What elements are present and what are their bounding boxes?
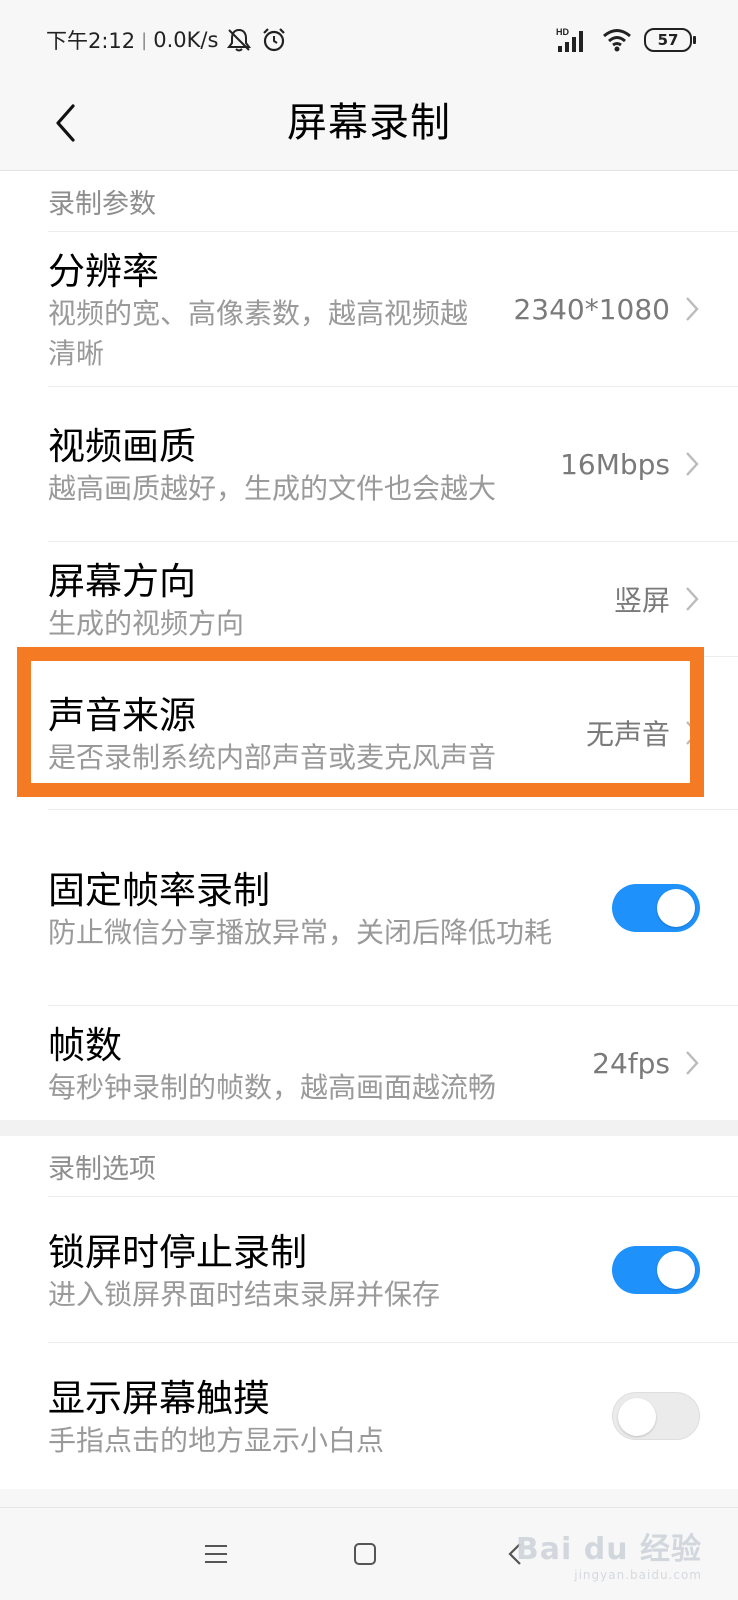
row-desc: 手指点击的地方显示小白点 (48, 1424, 385, 1457)
row-right: 竖屏 (614, 579, 700, 619)
row-value: 2340*1080 (513, 292, 670, 326)
row-right: 无声音 (586, 713, 700, 753)
row-title: 帧数 (48, 1024, 122, 1067)
row-audio-source[interactable]: 声音来源 是否录制系统内部声音或麦克风声音 无声音 (48, 657, 738, 810)
row-right: 2340*1080 (513, 293, 700, 326)
watermark: Bai du 经验 jingyan.baidu.com (516, 1524, 702, 1582)
status-left: 下午2:12 | 0.0K/s (46, 24, 288, 56)
section-recording-params: 录制参数 分辨率 视频的宽、高像素数，越高视频越清晰 2340*1080 视频画… (0, 171, 738, 1120)
stop-on-lock-toggle[interactable] (612, 1245, 700, 1294)
row-title: 固定帧率录制 (48, 868, 270, 912)
row-right: 24fps (592, 1047, 700, 1080)
home-icon (354, 1543, 376, 1565)
settings-content: 录制参数 分辨率 视频的宽、高像素数，越高视频越清晰 2340*1080 视频画… (0, 171, 738, 1489)
row-desc: 视频的宽、高像素数，越高视频越清晰 (48, 297, 469, 370)
row-text: 固定帧率录制 防止微信分享播放异常，关闭后降低功耗 (48, 863, 612, 953)
row-value: 24fps (592, 1046, 670, 1080)
mute-bell-icon (227, 28, 252, 52)
battery-level: 57 (657, 31, 679, 49)
navigation-bar: Bai du 经验 jingyan.baidu.com (0, 1507, 738, 1600)
row-desc: 防止微信分享播放异常，关闭后降低功耗 (48, 915, 553, 949)
row-right (612, 1245, 700, 1294)
chevron-right-icon (686, 297, 699, 321)
chevron-right-icon (686, 452, 699, 476)
row-title: 锁屏时停止录制 (48, 1230, 307, 1274)
status-bar: 下午2:12 | 0.0K/s HD 57 (0, 0, 738, 76)
fixed-framerate-toggle[interactable] (612, 883, 700, 932)
row-video-quality[interactable]: 视频画质 越高画质越好，生成的文件也会越大 16Mbps (48, 387, 738, 542)
row-desc: 是否录制系统内部声音或麦克风声音 (48, 741, 497, 774)
home-button[interactable] (345, 1534, 385, 1574)
row-right (612, 1392, 700, 1440)
section-recording-options: 录制选项 锁屏时停止录制 进入锁屏界面时结束录屏并保存 显示屏幕触摸 手指点击的… (0, 1136, 738, 1489)
section-header: 录制选项 (48, 1136, 738, 1197)
row-desc: 生成的视频方向 (48, 607, 245, 640)
row-stop-on-lock: 锁屏时停止录制 进入锁屏界面时结束录屏并保存 (48, 1197, 738, 1343)
row-resolution[interactable]: 分辨率 视频的宽、高像素数，越高视频越清晰 2340*1080 (48, 232, 738, 387)
row-title: 声音来源 (48, 694, 196, 737)
row-desc: 越高画质越好，生成的文件也会越大 (48, 472, 497, 505)
row-desc: 进入锁屏界面时结束录屏并保存 (48, 1277, 441, 1311)
status-net-speed: 0.0K/s (153, 28, 219, 52)
section-header: 录制参数 (48, 171, 738, 232)
row-right (612, 883, 700, 932)
status-right: HD 57 (556, 24, 696, 56)
row-text: 声音来源 是否录制系统内部声音或麦克风声音 (48, 688, 586, 778)
page-title: 屏幕录制 (287, 100, 451, 146)
row-fixed-framerate: 固定帧率录制 防止微信分享播放异常，关闭后降低功耗 (48, 810, 738, 1006)
menu-button[interactable] (196, 1534, 236, 1574)
row-value: 16Mbps (560, 447, 670, 481)
row-value: 竖屏 (613, 584, 670, 617)
row-right: 16Mbps (560, 448, 700, 481)
row-show-touches: 显示屏幕触摸 手指点击的地方显示小白点 (48, 1343, 738, 1489)
toggle-knob (618, 1398, 656, 1436)
page-header: 屏幕录制 (0, 76, 738, 171)
row-title: 屏幕方向 (48, 560, 196, 603)
row-text: 锁屏时停止录制 进入锁屏界面时结束录屏并保存 (48, 1225, 612, 1315)
row-title: 分辨率 (48, 250, 159, 293)
toggle-knob (657, 1250, 695, 1289)
menu-icon (205, 1545, 227, 1563)
row-text: 显示屏幕触摸 手指点击的地方显示小白点 (48, 1371, 612, 1461)
row-text: 帧数 每秒钟录制的帧数，越高画面越流畅 (48, 1018, 592, 1108)
row-frame-count[interactable]: 帧数 每秒钟录制的帧数，越高画面越流畅 24fps (48, 1006, 738, 1120)
wifi-icon (603, 29, 631, 52)
row-title: 显示屏幕触摸 (48, 1377, 270, 1420)
chevron-right-icon (686, 1051, 699, 1075)
alarm-clock-icon (263, 28, 286, 52)
signal-hd-label: HD (556, 27, 569, 37)
watermark-text: Bai du 经验 (515, 1532, 702, 1567)
row-text: 分辨率 视频的宽、高像素数，越高视频越清晰 (48, 244, 513, 374)
watermark-sub: jingyan.baidu.com (574, 1568, 702, 1582)
row-text: 屏幕方向 生成的视频方向 (48, 554, 614, 644)
status-time: 下午2:12 (46, 29, 136, 53)
status-separator: | (141, 29, 148, 51)
signal-icon: HD (556, 27, 583, 52)
battery-icon: 57 (644, 28, 696, 52)
toggle-knob (657, 888, 695, 927)
row-desc: 每秒钟录制的帧数，越高画面越流畅 (48, 1071, 497, 1104)
row-value: 无声音 (585, 718, 670, 751)
section-gap (0, 1120, 738, 1136)
chevron-right-icon (686, 721, 699, 745)
row-title: 视频画质 (48, 425, 196, 468)
show-touches-toggle[interactable] (612, 1392, 700, 1440)
row-text: 视频画质 越高画质越好，生成的文件也会越大 (48, 419, 560, 509)
row-screen-orientation[interactable]: 屏幕方向 生成的视频方向 竖屏 (48, 542, 738, 657)
chevron-right-icon (686, 587, 699, 611)
